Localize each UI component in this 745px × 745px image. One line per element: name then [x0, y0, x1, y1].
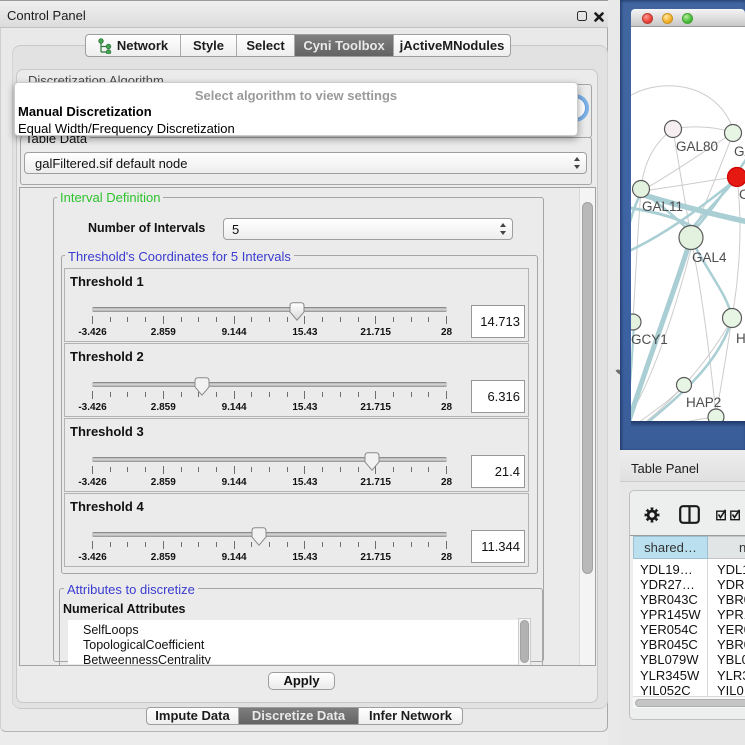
svg-text:GAL11: GAL11	[642, 199, 683, 214]
svg-text:H: H	[736, 331, 745, 346]
svg-text:GA: GA	[734, 144, 745, 159]
svg-text:GAL4: GAL4	[692, 250, 727, 265]
svg-text:GCY1: GCY1	[631, 332, 668, 347]
svg-text:HAP2: HAP2	[686, 395, 721, 410]
svg-text:GAL80: GAL80	[676, 139, 718, 154]
svg-text:C: C	[739, 187, 745, 202]
